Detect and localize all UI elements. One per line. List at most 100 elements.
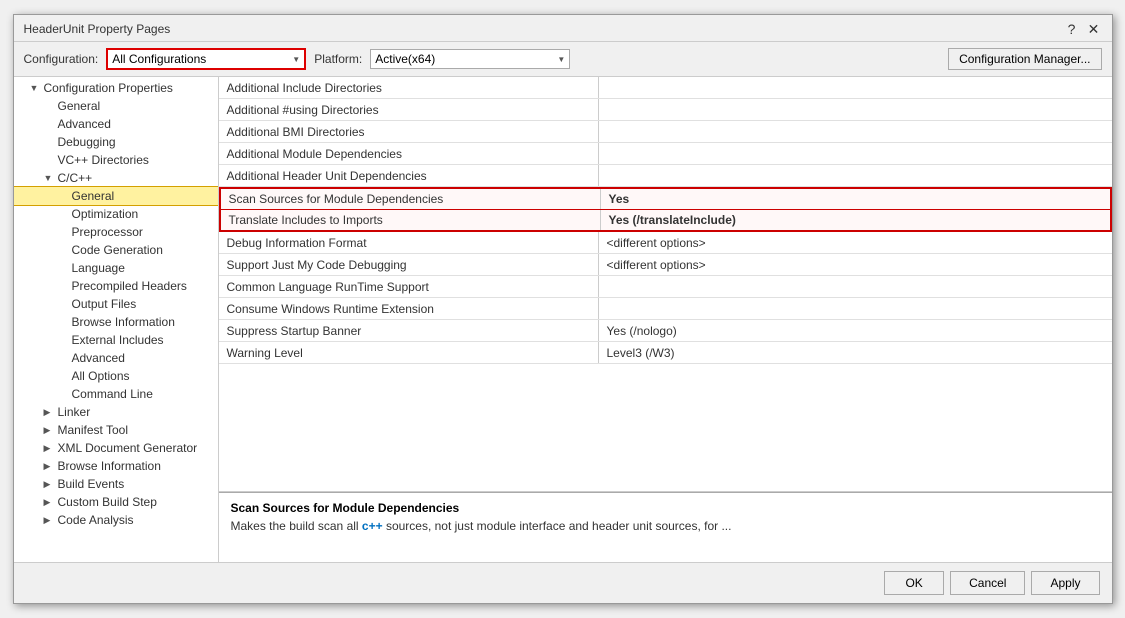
close-button[interactable]: ✕ <box>1086 21 1102 37</box>
sidebar: ▼ Configuration Properties General Advan… <box>14 77 219 562</box>
sidebar-item-build-events[interactable]: ▶ Build Events <box>14 475 218 493</box>
sidebar-item-label: Configuration Properties <box>44 81 173 95</box>
prop-name: Additional BMI Directories <box>219 121 599 142</box>
config-manager-button[interactable]: Configuration Manager... <box>948 48 1101 70</box>
table-row[interactable]: Suppress Startup Banner Yes (/nologo) <box>219 320 1112 342</box>
table-row[interactable]: Warning Level Level3 (/W3) <box>219 342 1112 364</box>
sidebar-item-label: Preprocessor <box>72 225 143 239</box>
config-label: Configuration: <box>24 52 99 66</box>
props-table: Additional Include Directories Additiona… <box>219 77 1112 492</box>
table-row[interactable]: Support Just My Code Debugging <differen… <box>219 254 1112 276</box>
desc-text-after: sources, not just module interface and h… <box>383 519 732 533</box>
sidebar-item-label: Build Events <box>58 477 125 491</box>
table-row-scan-sources[interactable]: Scan Sources for Module Dependencies Yes <box>219 187 1112 210</box>
table-row[interactable]: Additional Header Unit Dependencies <box>219 165 1112 187</box>
sidebar-item-label: VC++ Directories <box>58 153 149 167</box>
sidebar-item-label: XML Document Generator <box>58 441 198 455</box>
prop-name: Additional #using Directories <box>219 99 599 120</box>
sidebar-item-label: Code Analysis <box>58 513 134 527</box>
sidebar-item-cpp[interactable]: ▼ C/C++ <box>14 169 218 187</box>
sidebar-item-command-line[interactable]: Command Line <box>14 385 218 403</box>
sidebar-item-label: Optimization <box>72 207 139 221</box>
sidebar-item-label: Advanced <box>72 351 125 365</box>
prop-name: Common Language RunTime Support <box>219 276 599 297</box>
config-row: Configuration: All Configurations ▼ Plat… <box>14 42 1112 77</box>
table-row[interactable]: Consume Windows Runtime Extension <box>219 298 1112 320</box>
sidebar-item-all-options[interactable]: All Options <box>14 367 218 385</box>
sidebar-item-label: All Options <box>72 369 130 383</box>
apply-button[interactable]: Apply <box>1031 571 1099 595</box>
sidebar-item-precompiled[interactable]: Precompiled Headers <box>14 277 218 295</box>
prop-value <box>599 165 1112 186</box>
ok-button[interactable]: OK <box>884 571 944 595</box>
prop-value <box>599 298 1112 319</box>
help-button[interactable]: ? <box>1064 21 1080 37</box>
sidebar-item-browse-info[interactable]: Browse Information <box>14 313 218 331</box>
prop-value: Yes (/nologo) <box>599 320 1112 341</box>
prop-name: Scan Sources for Module Dependencies <box>221 189 601 209</box>
sidebar-item-label: Custom Build Step <box>58 495 157 509</box>
platform-dropdown[interactable]: Active(x64) ▼ <box>370 49 570 69</box>
prop-name: Suppress Startup Banner <box>219 320 599 341</box>
sidebar-item-browse-info2[interactable]: ▶ Browse Information <box>14 457 218 475</box>
desc-code-text: c++ <box>362 519 383 533</box>
sidebar-item-advanced[interactable]: Advanced <box>14 115 218 133</box>
arrow-icon: ▶ <box>44 497 56 508</box>
sidebar-item-code-gen[interactable]: Code Generation <box>14 241 218 259</box>
arrow-icon: ▶ <box>44 479 56 490</box>
prop-name: Warning Level <box>219 342 599 363</box>
sidebar-item-linker[interactable]: ▶ Linker <box>14 403 218 421</box>
sidebar-item-vcpp-dirs[interactable]: VC++ Directories <box>14 151 218 169</box>
table-row[interactable]: Additional #using Directories <box>219 99 1112 121</box>
config-dropdown[interactable]: All Configurations ▼ <box>106 48 306 70</box>
prop-value <box>599 121 1112 142</box>
desc-text-before: Makes the build scan all <box>231 519 362 533</box>
sidebar-item-cpp-general[interactable]: General <box>14 187 218 205</box>
arrow-icon: ▶ <box>44 407 56 418</box>
table-row[interactable]: Additional Include Directories <box>219 77 1112 99</box>
footer: OK Cancel Apply <box>14 562 1112 603</box>
sidebar-item-general[interactable]: General <box>14 97 218 115</box>
sidebar-item-xml-doc[interactable]: ▶ XML Document Generator <box>14 439 218 457</box>
sidebar-item-external-includes[interactable]: External Includes <box>14 331 218 349</box>
prop-name: Support Just My Code Debugging <box>219 254 599 275</box>
prop-value: Yes (/translateInclude) <box>601 210 1110 230</box>
prop-name: Debug Information Format <box>219 232 599 253</box>
sidebar-item-manifest-tool[interactable]: ▶ Manifest Tool <box>14 421 218 439</box>
sidebar-item-preprocessor[interactable]: Preprocessor <box>14 223 218 241</box>
sidebar-item-label: Precompiled Headers <box>72 279 187 293</box>
sidebar-item-label: Browse Information <box>58 459 161 473</box>
platform-chevron-icon: ▼ <box>557 55 565 64</box>
platform-label: Platform: <box>314 52 362 66</box>
prop-name: Translate Includes to Imports <box>221 210 601 230</box>
table-row[interactable]: Common Language RunTime Support <box>219 276 1112 298</box>
table-row[interactable]: Additional BMI Directories <box>219 121 1112 143</box>
sidebar-item-custom-build[interactable]: ▶ Custom Build Step <box>14 493 218 511</box>
sidebar-item-language[interactable]: Language <box>14 259 218 277</box>
sidebar-item-debugging[interactable]: Debugging <box>14 133 218 151</box>
prop-value <box>599 143 1112 164</box>
sidebar-item-label: Language <box>72 261 125 275</box>
sidebar-item-label: Linker <box>58 405 91 419</box>
table-row[interactable]: Additional Module Dependencies <box>219 143 1112 165</box>
dialog-title: HeaderUnit Property Pages <box>24 22 171 36</box>
description-text: Makes the build scan all c++ sources, no… <box>231 519 1100 533</box>
sidebar-item-label: Output Files <box>72 297 137 311</box>
sidebar-item-advanced-cpp[interactable]: Advanced <box>14 349 218 367</box>
prop-name: Additional Include Directories <box>219 77 599 98</box>
table-row[interactable]: Debug Information Format <different opti… <box>219 232 1112 254</box>
sidebar-item-output-files[interactable]: Output Files <box>14 295 218 313</box>
dialog: HeaderUnit Property Pages ? ✕ Configurat… <box>13 14 1113 604</box>
prop-value: <different options> <box>599 232 1112 253</box>
arrow-icon: ▼ <box>30 83 42 93</box>
arrow-icon: ▼ <box>44 173 56 183</box>
table-row-translate-includes[interactable]: Translate Includes to Imports Yes (/tran… <box>219 210 1112 232</box>
description-title: Scan Sources for Module Dependencies <box>231 501 1100 515</box>
cancel-button[interactable]: Cancel <box>950 571 1025 595</box>
prop-value <box>599 77 1112 98</box>
sidebar-item-config-props[interactable]: ▼ Configuration Properties <box>14 79 218 97</box>
arrow-icon: ▶ <box>44 443 56 454</box>
sidebar-item-code-analysis[interactable]: ▶ Code Analysis <box>14 511 218 529</box>
sidebar-item-optimization[interactable]: Optimization <box>14 205 218 223</box>
prop-value <box>599 99 1112 120</box>
